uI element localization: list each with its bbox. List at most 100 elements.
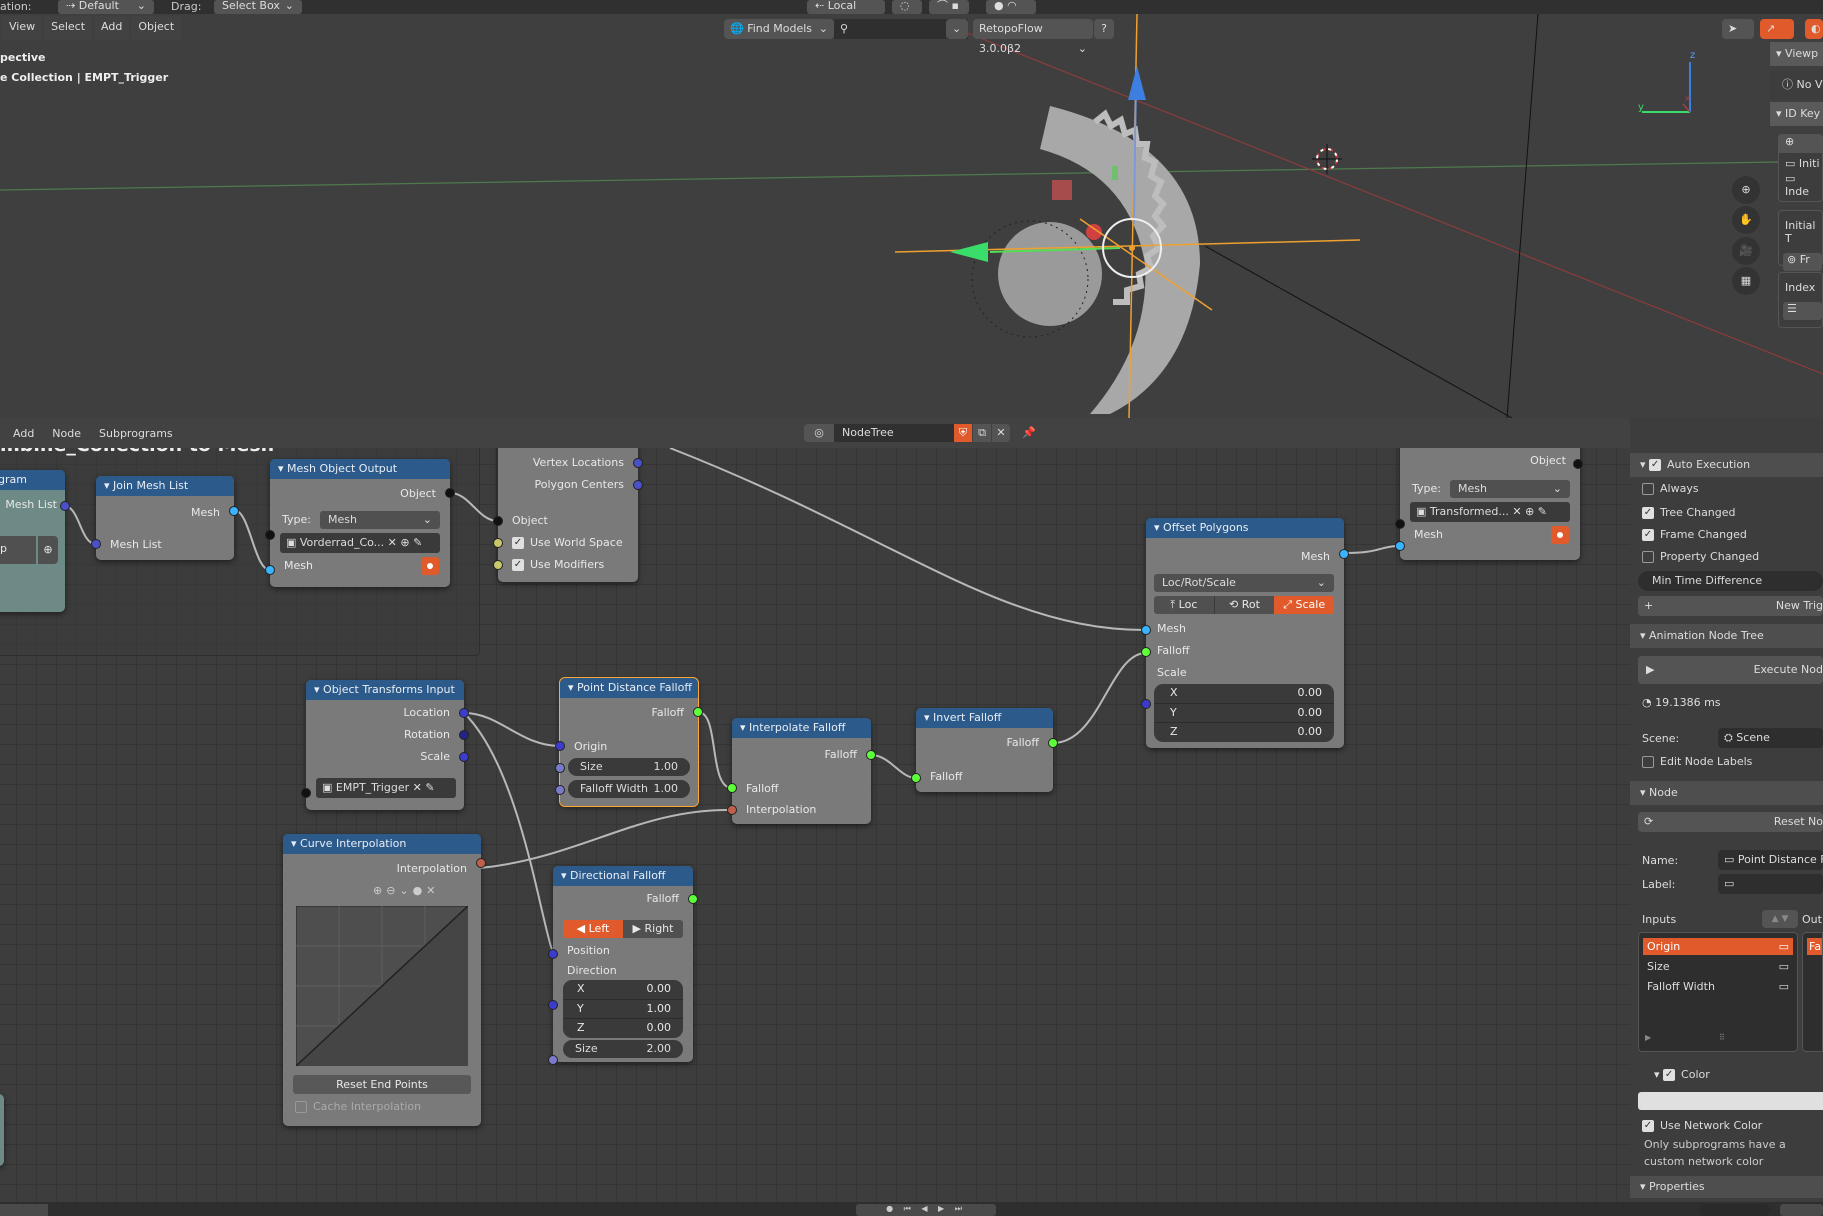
snap-dropdown[interactable]: ⌒ ▪ — [929, 0, 969, 14]
direction-z-field[interactable]: Z 0.00 — [563, 1018, 683, 1037]
node-object-transforms-input[interactable]: ▾ Object Transforms Input Location Rotat… — [306, 680, 464, 810]
curve-graph[interactable] — [296, 906, 468, 1066]
color-swatch[interactable] — [1638, 1092, 1823, 1110]
proportional-dropdown[interactable]: ◌ — [892, 0, 922, 14]
socket-vertex-locations[interactable] — [633, 458, 643, 468]
socket-mesh-out[interactable] — [229, 506, 239, 516]
arrow-down-icon[interactable]: ▼ — [1781, 914, 1788, 924]
node-header[interactable]: ▾ Node — [1630, 781, 1823, 805]
node-directional-falloff[interactable]: ▾ Directional Falloff Falloff ◀ Left ▶ R… — [553, 866, 693, 1062]
right-toggle[interactable]: ▶ Right — [623, 920, 683, 938]
fake-user-shield-icon[interactable]: ⛨ — [954, 424, 972, 442]
scale-toggle[interactable]: ⤢ Scale — [1274, 596, 1334, 614]
pan-hand-icon[interactable]: ✋ — [1732, 206, 1760, 234]
subprogram-field[interactable]: p — [0, 536, 36, 564]
socket-size-in[interactable] — [555, 763, 565, 773]
size-field[interactable]: Size 1.00 — [568, 758, 690, 776]
always-checkbox[interactable]: Always — [1642, 482, 1699, 495]
new-trigger-button[interactable]: + New Trig — [1638, 596, 1823, 616]
auto-execution-header[interactable]: ▾ ✓ Auto Execution — [1630, 453, 1823, 477]
falloff-width-field[interactable]: Falloff Width 1.00 — [568, 780, 690, 798]
scale-y-field[interactable]: Y 0.00 — [1154, 703, 1334, 722]
retopoflow-dropdown[interactable]: RetopoFlow 3.0.0β2 ⌄ — [973, 19, 1093, 55]
record-button[interactable] — [1551, 526, 1569, 544]
use-modifiers-checkbox[interactable]: ✓ Use Modifiers — [512, 558, 604, 571]
socket-bool-in[interactable] — [493, 538, 503, 548]
pin-icon[interactable]: 📌 — [1020, 424, 1038, 442]
socket-position-in[interactable] — [548, 949, 558, 959]
camera-icon[interactable]: 🎥 — [1732, 237, 1760, 265]
use-world-space-checkbox[interactable]: ✓ Use World Space — [512, 536, 623, 549]
overlay-toggle[interactable]: ◐ — [1805, 19, 1823, 39]
node-point-distance-falloff[interactable]: ▾ Point Distance Falloff Falloff Origin … — [559, 677, 699, 807]
node-subprogram[interactable]: gram Mesh List p ⊕ — [0, 470, 65, 612]
menu-view[interactable]: View — [2, 16, 43, 40]
timeline-mode-button[interactable] — [0, 1204, 48, 1216]
zoom-icon[interactable]: ⊕ — [1732, 176, 1760, 204]
socket-mesh-out[interactable] — [1339, 549, 1349, 559]
direction-y-field[interactable]: Y 1.00 — [563, 999, 683, 1018]
record-button[interactable] — [421, 557, 439, 575]
menu-select[interactable]: Select — [44, 16, 93, 40]
socket-mesh-in[interactable] — [1141, 625, 1151, 635]
color-header[interactable]: ▾ ✓ Color — [1654, 1068, 1710, 1081]
eyedropper-icon[interactable]: ✎ — [413, 536, 422, 549]
socket-origin-in[interactable] — [555, 741, 565, 751]
size-field[interactable]: Size 2.00 — [563, 1040, 683, 1058]
socket-polygon-centers[interactable] — [633, 480, 643, 490]
text-align-icon[interactable]: ☰ — [1783, 302, 1822, 320]
input-item-size[interactable]: Size ▭ — [1643, 958, 1793, 975]
scale-x-field[interactable]: X 0.00 — [1154, 684, 1334, 703]
input-item-falloff-width[interactable]: Falloff Width ▭ — [1643, 978, 1793, 995]
from-button[interactable]: ⊚ Fr — [1783, 253, 1822, 271]
zoom-out-icon[interactable]: ⊖ — [386, 884, 399, 897]
edit-node-labels-checkbox[interactable]: Edit Node Labels — [1642, 755, 1752, 768]
socket-falloff-out[interactable] — [688, 894, 698, 904]
reset-end-points-button[interactable]: Reset End Points — [293, 1075, 471, 1094]
check-icon[interactable]: ✓ — [1663, 1069, 1676, 1081]
properties-header[interactable]: ▾ Properties — [1630, 1176, 1823, 1198]
rot-toggle[interactable]: ⟲ Rot — [1213, 596, 1275, 614]
menu-subprograms[interactable]: Subprograms — [92, 422, 180, 444]
node-label-field[interactable]: ▭ — [1718, 874, 1823, 894]
clear-icon[interactable]: ✕ — [413, 781, 422, 794]
reset-node-button[interactable]: ⟳ Reset No — [1638, 812, 1823, 832]
socket-falloff-in[interactable] — [727, 783, 737, 793]
socket-mesh-list-in[interactable] — [91, 539, 101, 549]
search-dropdown[interactable]: ⌄ — [946, 19, 968, 39]
scale-z-field[interactable]: Z 0.00 — [1154, 722, 1334, 741]
loc-toggle[interactable]: ⤒ Loc — [1154, 596, 1214, 614]
node-editor-canvas[interactable]: mbine_Collection to Mesh gram Mesh List … — [0, 418, 1630, 1202]
socket-direction-in[interactable] — [548, 1000, 558, 1010]
node-name-field[interactable]: ▭ Point Distance F — [1718, 850, 1823, 870]
socket-interpolation-in[interactable] — [727, 805, 737, 815]
duplicate-icon[interactable]: ⧉ — [973, 424, 991, 442]
socket-object-in[interactable] — [493, 516, 503, 526]
socket-size-in[interactable] — [548, 1055, 558, 1065]
timer-button[interactable] — [1780, 1204, 1823, 1216]
resize-grip-icon[interactable]: ⠿ — [1719, 1033, 1725, 1042]
socket-falloff-width-in[interactable] — [555, 785, 565, 795]
socket-falloff-in[interactable] — [911, 773, 921, 783]
socket-object-in[interactable] — [265, 530, 275, 540]
id-keys-header[interactable]: ▾ ID Key — [1770, 102, 1823, 126]
object-field[interactable]: ▣ Vorderrad_Co... ✕ ⊕ ✎ — [280, 533, 440, 553]
add-key-icon[interactable]: ⊕ — [1779, 135, 1822, 153]
arrow-up-icon[interactable]: ▲ — [1772, 914, 1779, 924]
menu-add[interactable]: Add — [6, 422, 42, 444]
socket-falloff-in[interactable] — [1141, 647, 1151, 657]
new-subprogram-icon[interactable]: ⊕ — [38, 536, 58, 564]
current-frame-field[interactable] — [1700, 1204, 1770, 1216]
viewport-panel-header[interactable]: ▾ Viewp — [1770, 42, 1823, 66]
handle-icon[interactable]: ● — [413, 884, 427, 897]
eyedropper-icon[interactable]: ✎ — [1538, 505, 1547, 518]
expand-triangle-icon[interactable]: ▶ — [1645, 1033, 1651, 1042]
type-dropdown[interactable]: Mesh ⌄ — [1450, 480, 1570, 498]
help-button[interactable]: ? — [1094, 19, 1114, 39]
socket-rotation-out[interactable] — [459, 730, 469, 740]
unlink-close-icon[interactable]: ✕ — [992, 424, 1010, 442]
tree-changed-checkbox[interactable]: ✓ Tree Changed — [1642, 506, 1736, 519]
node-offset-polygons[interactable]: ▾ Offset Polygons Mesh Loc/Rot/Scale ⌄ ⤒ … — [1146, 518, 1344, 748]
selectability-dropdown[interactable]: ➤ — [1722, 19, 1754, 39]
pivot-dropdown[interactable]: ⇠ Local — [807, 0, 885, 14]
